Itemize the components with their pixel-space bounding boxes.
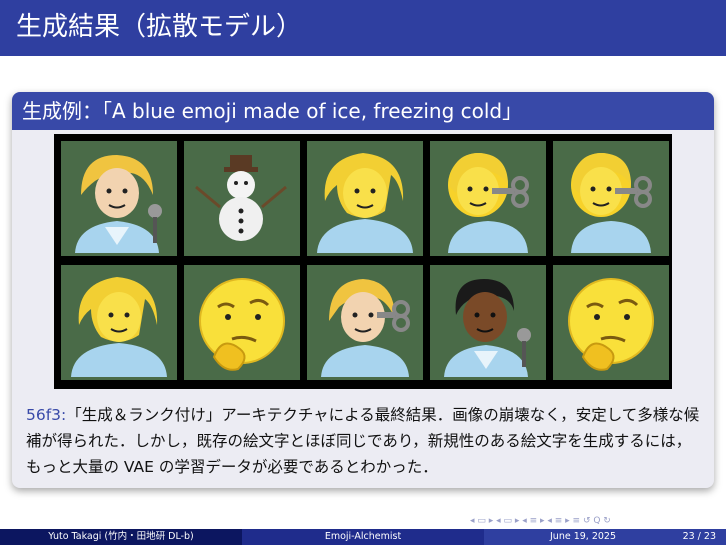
footer-date: June 19, 2025 [550,531,617,542]
footer-title: Emoji-Alchemist [242,529,484,545]
svg-text:◂ ▭ ▸ ◂ ▭ ▸ ◂ ≡ ▸ ◂ ≡ ▸ ≡: ◂ ▭ ▸ ◂ ▭ ▸ ◂ ≡ ▸ ◂ ≡ ▸ ≡ ↺ Q ↻ [470,516,611,526]
footer-author: Yuto Takagi (竹内・田地研 DL-b) [0,529,242,545]
slide-title-bar: 生成結果（拡散モデル） [0,0,726,56]
emoji-grid-image [60,139,671,382]
slide-footer: Yuto Takagi (竹内・田地研 DL-b) Emoji-Alchemis… [0,529,726,545]
emoji-result-grid [54,134,672,389]
example-block: 生成例：「A blue emoji made of ice, freezing … [12,92,714,488]
result-caption: 56f3:「生成＆ランク付け」アーキテクチャによる最終結果．画像の崩壊なく，安定… [26,402,706,480]
footer-right: June 19, 2025 23 / 23 [484,529,726,545]
block-title: 生成例：「A blue emoji made of ice, freezing … [22,99,523,123]
footer-page-number: 23 / 23 [682,531,716,542]
caption-label: 56f3: [26,406,67,424]
slide-title: 生成結果（拡散モデル） [16,12,303,42]
caption-text: 「生成＆ランク付け」アーキテクチャによる最終結果．画像の崩壊なく，安定して多様な… [26,406,700,476]
beamer-navigation[interactable]: ◂ ▭ ▸ ◂ ▭ ▸ ◂ ≡ ▸ ◂ ≡ ▸ ≡ ↺ Q ↻ [470,513,720,527]
block-header: 生成例：「A blue emoji made of ice, freezing … [12,92,714,130]
